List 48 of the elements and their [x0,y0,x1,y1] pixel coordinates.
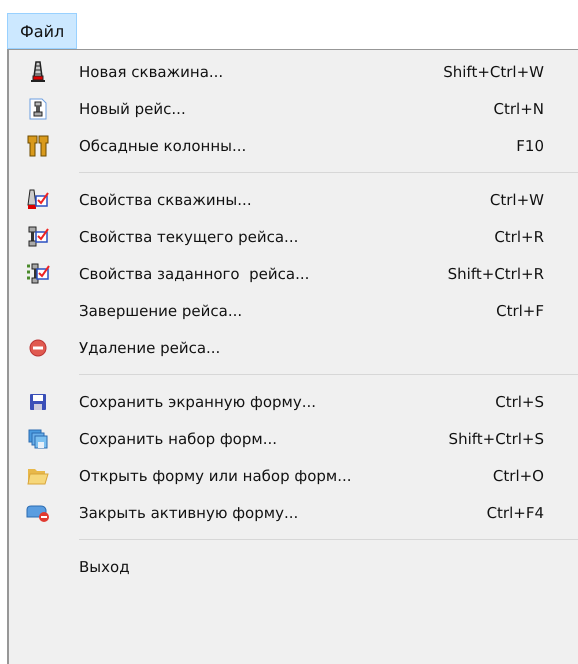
menu-item[interactable]: Новая скважина... Shift+Ctrl+W [9,53,578,90]
pipe-checkbox-icon [27,226,49,248]
shortcut-label: Ctrl+S [495,392,544,410]
menu-item[interactable]: Выход [9,548,578,585]
menu-item[interactable]: Сохранить экранную форму... Ctrl+S [9,383,578,420]
shortcut-label: Ctrl+R [494,228,544,246]
menu-item-label: Сохранить экранную форму... [79,392,318,410]
shortcut-label: Ctrl+F4 [486,504,544,522]
floppy-disks-icon [28,428,48,448]
shortcut-label: Shift+Ctrl+R [448,264,544,282]
menu-item-label: Открыть форму или набор форм... [79,466,353,484]
shortcut-label: Ctrl+F [496,302,544,320]
shortcut-label: F10 [516,136,544,154]
menu-item[interactable]: Удаление рейса... [9,329,578,366]
shortcut-label: Shift+Ctrl+S [448,430,544,448]
menu-item[interactable]: Закрыть активную форму... Ctrl+F4 [9,494,578,531]
shortcut-label: Ctrl+O [492,466,544,484]
pipes-icon [27,134,49,156]
menu-item[interactable]: Сохранить набор форм... Shift+Ctrl+S [9,420,578,457]
menu-item-label: Свойства текущего рейса... [79,228,300,246]
menu-item-label: Обсадные колонны... [79,136,248,154]
menu-item-label: Свойства заданного рейса... [79,264,310,282]
menu-item[interactable]: Новый рейс... Ctrl+N [9,90,578,127]
menu-item-label: Свойства скважины... [79,190,253,208]
menu-item[interactable]: Завершение рейса... Ctrl+F [9,292,578,329]
minus-badge-icon [26,504,50,522]
shortcut-label: Shift+Ctrl+W [443,62,544,80]
menu-item-label: Новая скважина... [79,62,224,80]
document-icon [29,98,47,120]
menu-item[interactable]: Свойства заданного рейса... Shift+Ctrl+R [9,255,578,292]
numbered-checkbox-icon [26,262,50,284]
derrick-icon [30,60,46,82]
menu-item-label: Закрыть активную форму... [79,504,300,522]
menu-title[interactable]: Файл [7,13,78,49]
menu-item[interactable]: Свойства скважины... Ctrl+W [9,181,578,218]
menu-item-label: Новый рейс... [79,100,187,118]
menu-item-label: Сохранить набор форм... [79,430,278,448]
menu-item[interactable]: Обсадные колонны... F10 [9,127,578,164]
folder-icon [27,466,49,484]
menu-item-label: Завершение рейса... [79,302,244,320]
derrick-checkbox-icon [27,188,49,210]
menu-item-label: Удаление рейса... [79,338,222,356]
menu-item[interactable]: Свойства текущего рейса... Ctrl+R [9,218,578,255]
minus-circle-icon [29,338,47,356]
shortcut-label: Ctrl+W [490,190,544,208]
shortcut-label: Ctrl+N [494,100,544,118]
menu-item-label: Выход [79,558,131,576]
menu-item[interactable]: Открыть форму или набор форм... Ctrl+O [9,457,578,494]
